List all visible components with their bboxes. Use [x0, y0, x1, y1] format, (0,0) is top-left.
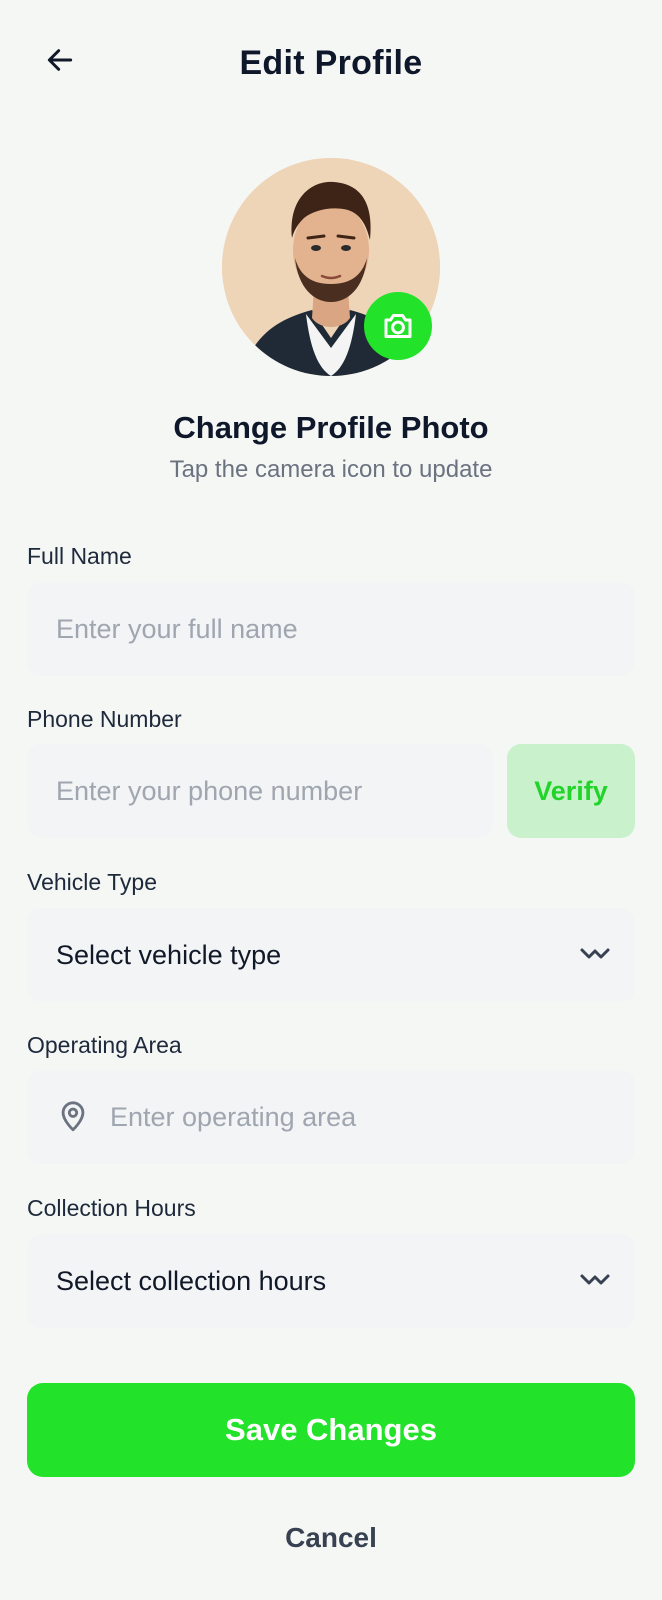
change-photo-title: Change Profile Photo: [173, 410, 489, 445]
vehicle-type-label: Vehicle Type: [27, 869, 158, 895]
operating-area-field[interactable]: [27, 1070, 635, 1164]
phone-number-label: Phone Number: [27, 706, 182, 732]
collection-hours-select[interactable]: Select collection hours: [27, 1234, 635, 1328]
avatar-container: [222, 158, 440, 376]
chevron-down-icon: [579, 1271, 611, 1291]
location-pin-icon: [56, 1099, 90, 1135]
change-photo-subtitle: Tap the camera icon to update: [169, 456, 493, 483]
full-name-label: Full Name: [27, 543, 132, 569]
vehicle-type-select[interactable]: Select vehicle type: [27, 908, 635, 1002]
header-bar: Edit Profile: [0, 0, 662, 130]
cancel-button[interactable]: Cancel: [0, 1522, 662, 1554]
phone-number-field[interactable]: [27, 744, 493, 838]
collection-hours-value: Select collection hours: [56, 1265, 327, 1296]
save-changes-button[interactable]: Save Changes: [27, 1383, 635, 1477]
camera-icon: [384, 314, 412, 338]
chevron-down-icon: [579, 945, 611, 965]
camera-button[interactable]: [364, 292, 432, 360]
operating-area-input[interactable]: [110, 1101, 635, 1133]
verify-button[interactable]: Verify: [507, 744, 635, 838]
vehicle-type-value: Select vehicle type: [56, 939, 282, 970]
phone-number-input[interactable]: [56, 775, 493, 807]
page-title: Edit Profile: [239, 44, 423, 82]
full-name-field[interactable]: [27, 582, 635, 676]
operating-area-label: Operating Area: [27, 1032, 182, 1058]
full-name-input[interactable]: [56, 613, 635, 645]
collection-hours-label: Collection Hours: [27, 1195, 196, 1221]
